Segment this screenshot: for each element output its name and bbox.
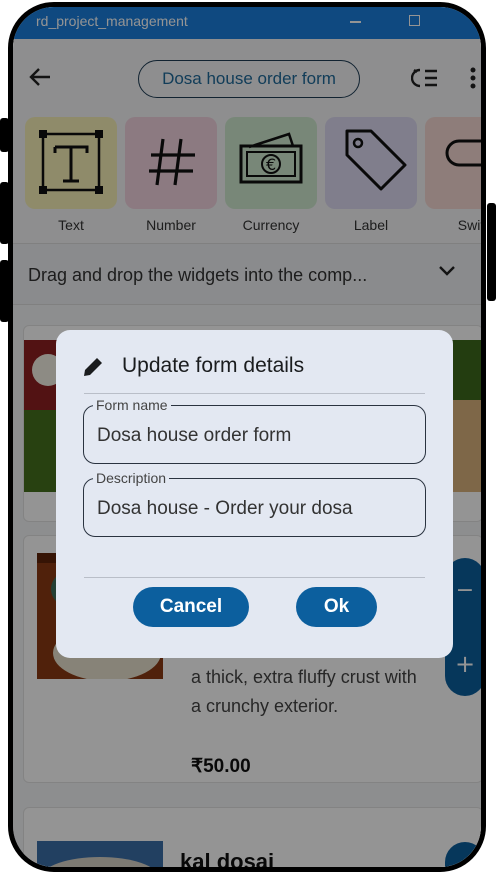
side-button xyxy=(487,203,496,301)
divider xyxy=(84,393,425,394)
cancel-button[interactable]: Cancel xyxy=(133,587,249,627)
divider xyxy=(84,577,425,578)
form-name-field[interactable]: Form name Dosa house order form xyxy=(83,397,426,464)
dialog-title: Update form details xyxy=(122,354,305,377)
edit-pencil-icon xyxy=(84,358,102,376)
phone-frame: rd_project_management Dosa house order f… xyxy=(8,2,486,872)
description-field[interactable]: Description Dosa house - Order your dosa xyxy=(83,470,426,537)
description-input[interactable]: Dosa house - Order your dosa xyxy=(97,498,353,520)
update-form-dialog: Update form details Form name Dosa house… xyxy=(56,330,453,658)
form-name-label: Form name xyxy=(93,397,171,413)
description-label: Description xyxy=(93,470,170,486)
ok-button[interactable]: Ok xyxy=(296,587,377,627)
form-name-input[interactable]: Dosa house order form xyxy=(97,425,291,447)
